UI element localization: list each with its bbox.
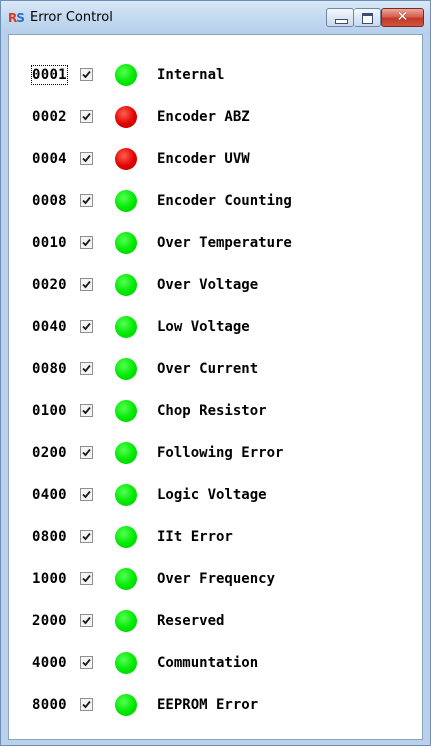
error-label: Internal — [157, 67, 225, 83]
error-enable-checkbox[interactable] — [80, 194, 93, 207]
error-enable-checkbox[interactable] — [80, 278, 93, 291]
error-code: 0080 — [32, 361, 67, 377]
status-led-green-icon — [115, 400, 137, 422]
error-label: Encoder ABZ — [157, 109, 250, 125]
error-row: 0100 Chop Resistor — [9, 399, 419, 423]
error-enable-checkbox[interactable] — [80, 110, 93, 123]
error-enable-checkbox[interactable] — [80, 698, 93, 711]
error-row: 8000 EEPROM Error — [9, 693, 419, 717]
status-led-green-icon — [115, 358, 137, 380]
error-code: 0100 — [32, 403, 67, 419]
error-row: 0002 Encoder ABZ — [9, 105, 419, 129]
maximize-button[interactable] — [354, 8, 381, 27]
status-led-green-icon — [115, 64, 137, 86]
error-row: 0010 Over Temperature — [9, 231, 419, 255]
error-list-panel: 0001 Internal 0002 Encoder ABZ 0004 Encoder U… — [8, 34, 423, 740]
minimize-icon — [335, 19, 348, 24]
error-row: 1000 Over Frequency — [9, 567, 419, 591]
error-enable-checkbox[interactable] — [80, 404, 93, 417]
status-led-green-icon — [115, 610, 137, 632]
error-row: 0200 Following Error — [9, 441, 419, 465]
error-led-red-icon — [115, 106, 137, 128]
error-code: 0200 — [32, 445, 67, 461]
close-button[interactable]: ✕ — [381, 8, 424, 27]
error-label: Low Voltage — [157, 319, 250, 335]
error-code: 0800 — [32, 529, 67, 545]
error-row: 0040 Low Voltage — [9, 315, 419, 339]
error-label: Encoder Counting — [157, 193, 292, 209]
error-row: 0020 Over Voltage — [9, 273, 419, 297]
error-label: EEPROM Error — [157, 697, 259, 713]
minimize-button[interactable] — [326, 8, 354, 27]
error-label: Chop Resistor — [157, 403, 267, 419]
status-led-green-icon — [115, 316, 137, 338]
error-row: 0400 Logic Voltage — [9, 483, 419, 507]
status-led-green-icon — [115, 526, 137, 548]
error-code: 0400 — [32, 487, 67, 503]
error-label: Over Temperature — [157, 235, 292, 251]
error-label: Following Error — [157, 445, 284, 461]
error-enable-checkbox[interactable] — [80, 488, 93, 501]
error-code: 0001 — [31, 65, 68, 85]
error-control-window: RS Error Control ✕ 0001 Internal 0002 Encod… — [0, 0, 431, 746]
error-enable-checkbox[interactable] — [80, 614, 93, 627]
error-code: 1000 — [32, 571, 67, 587]
error-label: IIt Error — [157, 529, 233, 545]
error-enable-checkbox[interactable] — [80, 236, 93, 249]
error-label: Over Frequency — [157, 571, 276, 587]
error-label: Reserved — [157, 613, 225, 629]
window-title: Error Control — [30, 10, 113, 25]
error-label: Over Current — [157, 361, 259, 377]
error-row: 0800 IIt Error — [9, 525, 419, 549]
error-code: 0002 — [32, 109, 67, 125]
error-code: 0008 — [32, 193, 67, 209]
error-row: 0080 Over Current — [9, 357, 419, 381]
title-bar[interactable]: RS Error Control ✕ — [1, 1, 430, 34]
status-led-green-icon — [115, 232, 137, 254]
error-row: 4000 Communtation — [9, 651, 419, 675]
error-enable-checkbox[interactable] — [80, 446, 93, 459]
error-label: Communtation — [157, 655, 259, 671]
error-label: Over Voltage — [157, 277, 259, 293]
error-enable-checkbox[interactable] — [80, 362, 93, 375]
error-code: 0010 — [32, 235, 67, 251]
status-led-green-icon — [115, 694, 137, 716]
close-icon: ✕ — [396, 9, 409, 25]
error-code: 0040 — [32, 319, 67, 335]
status-led-green-icon — [115, 484, 137, 506]
error-label: Logic Voltage — [157, 487, 267, 503]
error-code: 0004 — [32, 151, 67, 167]
app-icon: RS — [8, 11, 25, 25]
error-code: 0020 — [32, 277, 67, 293]
error-enable-checkbox[interactable] — [80, 530, 93, 543]
status-led-green-icon — [115, 568, 137, 590]
error-enable-checkbox[interactable] — [80, 320, 93, 333]
error-row: 0008 Encoder Counting — [9, 189, 419, 213]
error-row: 2000 Reserved — [9, 609, 419, 633]
maximize-icon — [362, 13, 373, 24]
error-label: Encoder UVW — [157, 151, 250, 167]
error-row: 0001 Internal — [9, 63, 419, 87]
error-enable-checkbox[interactable] — [80, 572, 93, 585]
error-row: 0004 Encoder UVW — [9, 147, 419, 171]
error-code: 4000 — [32, 655, 67, 671]
status-led-green-icon — [115, 652, 137, 674]
error-code: 2000 — [32, 613, 67, 629]
status-led-green-icon — [115, 442, 137, 464]
error-enable-checkbox[interactable] — [80, 68, 93, 81]
error-enable-checkbox[interactable] — [80, 152, 93, 165]
status-led-green-icon — [115, 190, 137, 212]
error-enable-checkbox[interactable] — [80, 656, 93, 669]
error-led-red-icon — [115, 148, 137, 170]
error-code: 8000 — [32, 697, 67, 713]
status-led-green-icon — [115, 274, 137, 296]
